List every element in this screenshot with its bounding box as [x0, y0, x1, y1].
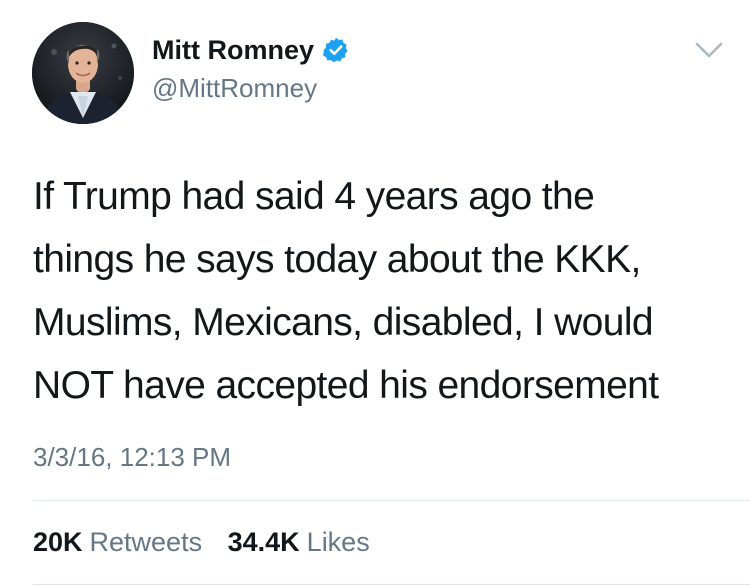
retweets-count: 20K — [33, 527, 83, 557]
divider — [33, 500, 750, 501]
tweet-card: Mitt Romney @MittRomney If Trump had sai… — [0, 0, 750, 586]
author-name-row[interactable]: Mitt Romney — [152, 34, 350, 66]
tweet-text-line: If Trump had said 4 years ago the — [33, 175, 595, 218]
retweets-label: Retweets — [89, 527, 203, 557]
author-avatar[interactable] — [32, 22, 134, 124]
author-name[interactable]: Mitt Romney — [152, 34, 314, 66]
avatar-photo — [32, 22, 134, 124]
author-handle[interactable]: @MittRomney — [152, 72, 317, 104]
tweet-text-line: Muslims, Mexicans, disabled, I would — [33, 301, 654, 344]
likes-count: 34.4K — [227, 527, 300, 557]
chevron-down-icon[interactable] — [692, 38, 726, 62]
likes-stat[interactable]: 34.4K Likes — [228, 527, 370, 557]
retweets-stat[interactable]: 20K Retweets — [33, 527, 210, 557]
tweet-text-line: NOT have accepted his endorsement — [33, 364, 659, 407]
tweet-timestamp[interactable]: 3/3/16, 12:13 PM — [33, 441, 231, 473]
divider — [33, 584, 750, 585]
tweet-text-line: things he says today about the KKK, — [33, 238, 641, 281]
tweet-stats: 20K Retweets 34.4K Likes — [33, 526, 370, 558]
verified-badge-icon — [322, 36, 350, 64]
likes-label: Likes — [306, 527, 370, 557]
tweet-text: If Trump had said 4 years ago the things… — [33, 165, 733, 417]
